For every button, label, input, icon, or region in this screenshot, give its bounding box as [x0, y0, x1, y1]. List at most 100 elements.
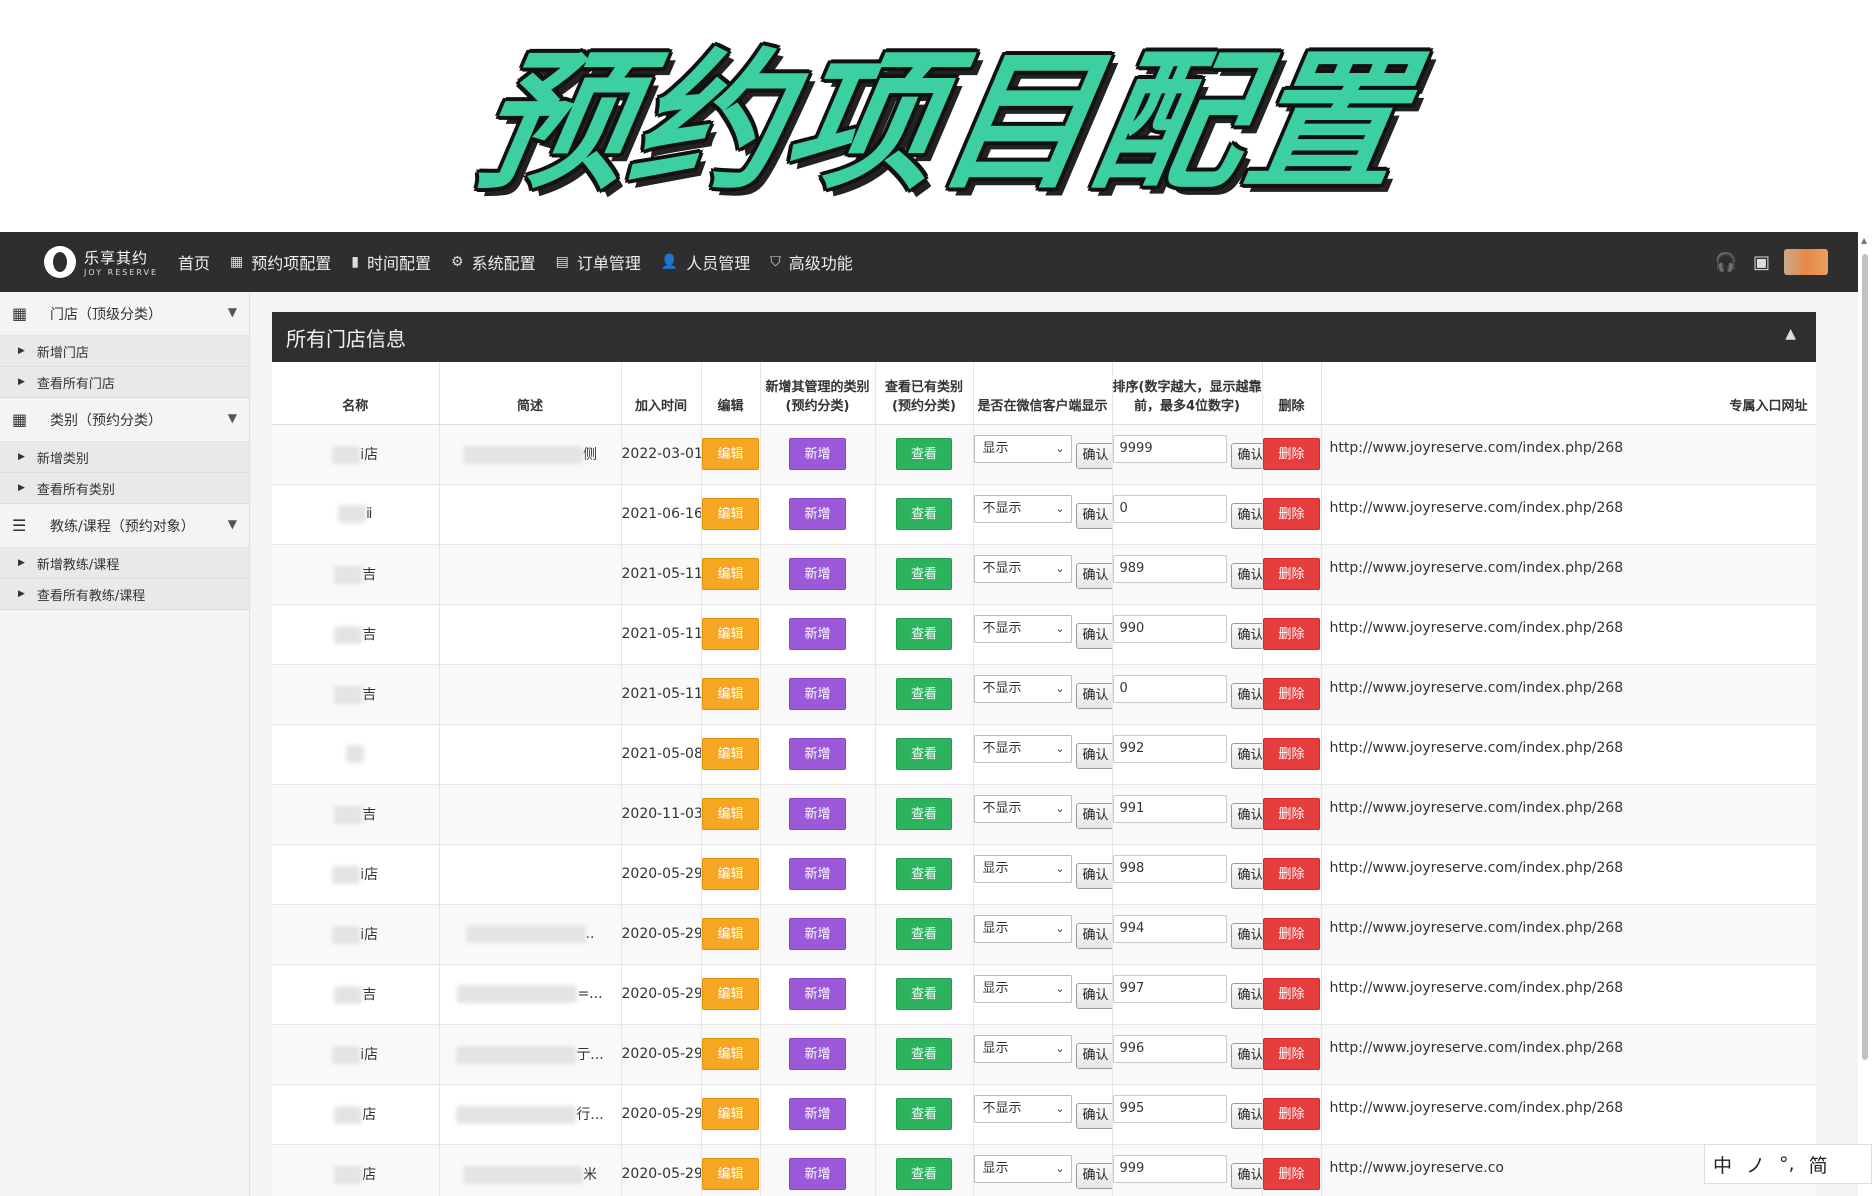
add-category-button[interactable]: 新增 — [789, 918, 846, 950]
confirm-sort-button[interactable]: 确认 — [1230, 562, 1261, 589]
confirm-sort-button[interactable]: 确认 — [1230, 1162, 1261, 1189]
sidebar-item[interactable]: ▶ 查看所有教练/课程 — [0, 579, 249, 610]
confirm-sort-button[interactable]: 确认 — [1230, 742, 1261, 769]
edit-button[interactable]: 编辑 — [702, 798, 759, 830]
entry-url[interactable]: http://www.joyreserve.com/index.php/268 — [1321, 1024, 1816, 1085]
wechat-display-select[interactable]: 显示 ⌄ — [973, 1154, 1072, 1183]
delete-button[interactable]: 删除 — [1263, 438, 1320, 470]
edit-button[interactable]: 编辑 — [702, 858, 759, 890]
confirm-display-button[interactable]: 确认 — [1075, 742, 1111, 769]
delete-button[interactable]: 删除 — [1263, 1038, 1320, 1070]
add-category-button[interactable]: 新增 — [789, 738, 846, 770]
entry-url[interactable]: http://www.joyreserve.com/index.php/268 — [1321, 1084, 1816, 1145]
nav-item-5[interactable]: 👤 人员管理 — [661, 250, 750, 274]
confirm-sort-button[interactable]: 确认 — [1230, 862, 1261, 889]
view-category-button[interactable]: 查看 — [895, 438, 952, 470]
nav-item-1[interactable]: ▦ 预约项配置 — [230, 250, 331, 274]
confirm-display-button[interactable]: 确认 — [1075, 682, 1111, 709]
edit-button[interactable]: 编辑 — [702, 978, 759, 1010]
sidebar-item[interactable]: ▶ 新增类别 — [0, 442, 249, 473]
view-category-button[interactable]: 查看 — [895, 918, 952, 950]
sort-input[interactable]: 998 — [1112, 854, 1227, 883]
confirm-sort-button[interactable]: 确认 — [1230, 802, 1261, 829]
view-category-button[interactable]: 查看 — [895, 558, 952, 590]
headset-icon[interactable]: 🎧 — [1715, 252, 1737, 273]
confirm-sort-button[interactable]: 确认 — [1230, 922, 1261, 949]
sidebar-item[interactable]: ▶ 查看所有门店 — [0, 367, 249, 398]
wechat-display-select[interactable]: 不显示 ⌄ — [973, 794, 1072, 823]
edit-button[interactable]: 编辑 — [702, 618, 759, 650]
nav-item-6[interactable]: ⛉ 高级功能 — [770, 250, 853, 274]
view-category-button[interactable]: 查看 — [895, 738, 952, 770]
ime-option[interactable]: °, — [1779, 1153, 1795, 1175]
sort-input[interactable]: 991 — [1112, 794, 1227, 823]
sort-input[interactable]: 0 — [1112, 674, 1227, 703]
add-category-button[interactable]: 新增 — [789, 1158, 846, 1190]
sidebar-item[interactable]: ▶ 新增教练/课程 — [0, 548, 249, 579]
add-category-button[interactable]: 新增 — [789, 1038, 846, 1070]
confirm-sort-button[interactable]: 确认 — [1230, 982, 1261, 1009]
add-category-button[interactable]: 新增 — [789, 678, 846, 710]
add-category-button[interactable]: 新增 — [789, 498, 846, 530]
edit-button[interactable]: 编辑 — [702, 1038, 759, 1070]
entry-url[interactable]: http://www.joyreserve.com/index.php/268 — [1321, 724, 1816, 785]
edit-button[interactable]: 编辑 — [702, 1158, 759, 1190]
entry-url[interactable]: http://www.joyreserve.com/index.php/268 — [1321, 904, 1816, 965]
sort-input[interactable]: 994 — [1112, 914, 1227, 943]
edit-button[interactable]: 编辑 — [702, 918, 759, 950]
confirm-sort-button[interactable]: 确认 — [1230, 682, 1261, 709]
entry-url[interactable]: http://www.joyreserve.com/index.php/268 — [1321, 484, 1816, 545]
ime-option[interactable]: 简 — [1809, 1151, 1828, 1178]
store-icon[interactable]: ▣ — [1753, 252, 1770, 273]
wechat-display-select[interactable]: 显示 ⌄ — [973, 914, 1072, 943]
add-category-button[interactable]: 新增 — [789, 978, 846, 1010]
delete-button[interactable]: 删除 — [1263, 618, 1320, 650]
wechat-display-select[interactable]: 不显示 ⌄ — [973, 1094, 1072, 1123]
confirm-display-button[interactable]: 确认 — [1075, 1162, 1111, 1189]
add-category-button[interactable]: 新增 — [789, 858, 846, 890]
view-category-button[interactable]: 查看 — [895, 1098, 952, 1130]
confirm-sort-button[interactable]: 确认 — [1230, 1042, 1261, 1069]
sort-input[interactable]: 996 — [1112, 1034, 1227, 1063]
sort-input[interactable]: 990 — [1112, 614, 1227, 643]
sidebar-group-0[interactable]: ▦ 门店（顶级分类） ▼ — [0, 292, 249, 336]
wechat-display-select[interactable]: 显示 ⌄ — [973, 854, 1072, 883]
wechat-display-select[interactable]: 不显示 ⌄ — [973, 554, 1072, 583]
logo[interactable]: 乐享其约 JOY RESERVE — [44, 244, 158, 280]
nav-item-2[interactable]: ▮ 时间配置 — [351, 250, 431, 274]
view-category-button[interactable]: 查看 — [895, 978, 952, 1010]
sort-input[interactable]: 995 — [1112, 1094, 1227, 1123]
sidebar-item[interactable]: ▶ 新增门店 — [0, 336, 249, 367]
ime-toolbar[interactable]: 中ノ °, 简 — [1704, 1144, 1872, 1184]
confirm-sort-button[interactable]: 确认 — [1230, 502, 1261, 529]
edit-button[interactable]: 编辑 — [702, 438, 759, 470]
confirm-display-button[interactable]: 确认 — [1075, 1102, 1111, 1129]
add-category-button[interactable]: 新增 — [789, 1098, 846, 1130]
wechat-display-select[interactable]: 不显示 ⌄ — [973, 614, 1072, 643]
add-category-button[interactable]: 新增 — [789, 558, 846, 590]
delete-button[interactable]: 删除 — [1263, 1098, 1320, 1130]
delete-button[interactable]: 删除 — [1263, 858, 1320, 890]
delete-button[interactable]: 删除 — [1263, 678, 1320, 710]
wechat-display-select[interactable]: 显示 ⌄ — [973, 1034, 1072, 1063]
entry-url[interactable]: http://www.joyreserve.com/index.php/268 — [1321, 844, 1816, 905]
sidebar-group-2[interactable]: ☰ 教练/课程（预约对象） ▼ — [0, 504, 249, 548]
sidebar-item[interactable]: ▶ 查看所有类别 — [0, 473, 249, 504]
sort-input[interactable]: 999 — [1112, 1154, 1227, 1183]
sort-input[interactable]: 0 — [1112, 494, 1227, 523]
delete-button[interactable]: 删除 — [1263, 498, 1320, 530]
confirm-display-button[interactable]: 确认 — [1075, 862, 1111, 889]
view-category-button[interactable]: 查看 — [895, 1038, 952, 1070]
delete-button[interactable]: 删除 — [1263, 1158, 1320, 1190]
sort-input[interactable]: 997 — [1112, 974, 1227, 1003]
nav-item-0[interactable]: 首页 — [178, 250, 210, 274]
add-category-button[interactable]: 新增 — [789, 618, 846, 650]
entry-url[interactable]: http://www.joyreserve.com/index.php/268 — [1321, 424, 1816, 485]
edit-button[interactable]: 编辑 — [702, 558, 759, 590]
wechat-display-select[interactable]: 不显示 ⌄ — [973, 734, 1072, 763]
sort-input[interactable]: 9999 — [1112, 434, 1227, 463]
sort-input[interactable]: 989 — [1112, 554, 1227, 583]
ime-option[interactable]: 中 — [1713, 1151, 1732, 1178]
ime-option[interactable]: ノ — [1746, 1151, 1765, 1178]
wechat-display-select[interactable]: 不显示 ⌄ — [973, 674, 1072, 703]
